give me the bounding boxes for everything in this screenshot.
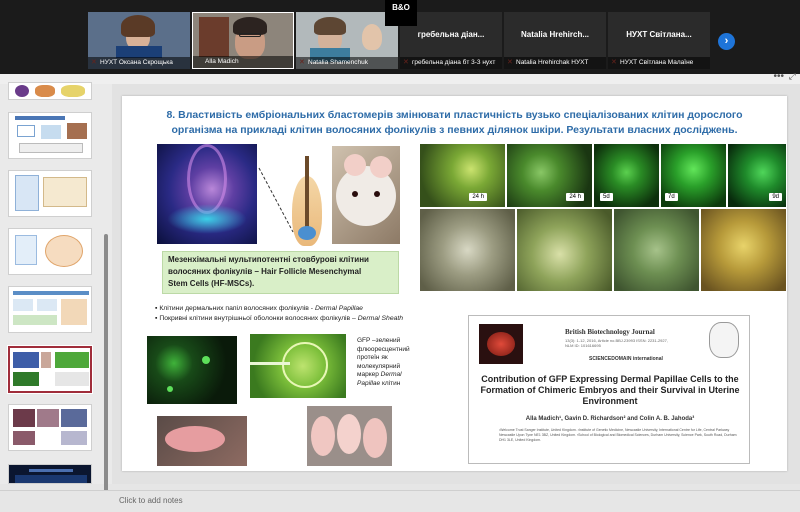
gfp-fluorescence-image (147, 336, 237, 404)
participant-tile-1[interactable]: ✕ НУХТ Оксана Скрощька (88, 12, 190, 69)
micrograph-culture-a (420, 209, 515, 291)
participant-name: Alla Madich (193, 56, 293, 68)
micrograph-5d: 5d (594, 144, 659, 207)
participant-caption: Natalia Hrehirchak НУХТ (504, 57, 606, 69)
hf-box-line: Мезенхімальні мультипотентні стовбурові … (168, 255, 369, 264)
chevron-right-icon[interactable]: › (718, 33, 735, 50)
time-label: 9d (769, 193, 782, 201)
slide-title: 8. Властивість ембріональних бластомерів… (122, 108, 787, 138)
micrograph-9d: 9d (728, 144, 786, 207)
micrograph-7d: 7d (661, 144, 726, 207)
time-label: 7d (665, 193, 678, 201)
slide-thumbnails (0, 82, 112, 492)
bullet-list: ▪ Клітини дермальних папіл волосяних фол… (155, 304, 417, 324)
slide-thumbnail-selected[interactable] (7, 345, 93, 394)
journal-meta: 13(3): 1-12, 2016, Article no.BBJ.23993 … (565, 338, 668, 348)
slide-thumbnail[interactable] (8, 82, 92, 100)
resize-icon[interactable]: ⤢ (789, 71, 796, 82)
micrograph-24h-b: 24 h (507, 144, 592, 207)
hair-follicle-diagram (282, 156, 332, 246)
micrograph-culture-b (517, 209, 612, 291)
gfp-suffix: клітин (381, 379, 401, 387)
notes-area[interactable]: Click to add notes (0, 490, 800, 512)
slide-thumbnail[interactable] (8, 112, 92, 159)
participant-tile-5[interactable]: Natalia Hrehirch... ✕ Natalia Hrehirchak… (504, 12, 606, 69)
slide-thumbnail[interactable] (8, 464, 92, 484)
embryo-injection-image (250, 334, 346, 398)
bullet-text: Клітини дермальних папіл волосяних фолік… (159, 305, 315, 312)
slide: 8. Властивість ембріональних бластомерів… (122, 96, 787, 471)
publisher-logo (709, 322, 739, 358)
embryos-photo (307, 406, 392, 466)
bullet-item: ▪ Покривні клітини внутрішньої оболонки … (155, 315, 404, 322)
participant-display-name: Natalia Hrehirch... (520, 30, 590, 39)
bullet-item: ▪ Клітини дермальних папіл волосяних фол… (155, 305, 363, 312)
app-window: ✕ НУХТ Оксана Скрощька Alla Madich ✕ Nat… (0, 0, 800, 512)
participant-name: Natalia Shamenchuk (296, 57, 398, 69)
participant-strip: ✕ НУХТ Оксана Скрощька Alla Madich ✕ Nat… (0, 0, 800, 74)
journal-paper: British Biotechnology Journal 13(3): 1-1… (468, 315, 750, 464)
participant-caption: НУХТ Світлана Малаїне (608, 57, 710, 69)
slide-title-line: організма на прикладі клітин волосяних ф… (171, 124, 738, 136)
gfp-caption: GFP –зелений флюоресцентний протеїн як м… (357, 337, 417, 388)
thumbnail-scrollbar[interactable] (104, 234, 108, 492)
toolbar: ••• ⤢ (0, 71, 800, 84)
slide-thumbnail[interactable] (8, 404, 92, 451)
slide-thumbnail[interactable] (8, 170, 92, 217)
shared-screen: ••• ⤢ 8. Властивість ембріональних бласт… (0, 71, 800, 512)
slide-title-line: 8. Властивість ембріональних бластомерів… (166, 109, 743, 121)
hf-msc-box: Мезенхімальні мультипотентні стовбурові … (162, 251, 399, 294)
notes-placeholder: Click to add notes (119, 496, 183, 505)
participant-tile-6[interactable]: НУХТ Світлана... ✕ НУХТ Світлана Малаїне (608, 12, 710, 69)
bullet-italic: Dermal Sheath (357, 315, 404, 322)
paper-affiliations: ¹Welcome Trust Sanger Institute, United … (499, 428, 737, 442)
micrograph-24h-a: 24 h (420, 144, 505, 207)
journal-cover (479, 324, 523, 364)
participant-tile-3[interactable]: ✕ Natalia Shamenchuk (296, 12, 398, 69)
participant-caption: гребельна діана бт 3-3 нухт (400, 57, 502, 69)
participant-display-name: гребельна діан... (417, 30, 485, 39)
participant-tile-2[interactable]: Alla Madich (192, 12, 294, 69)
hf-box-line: Stem Cells (HF-MSCs). (168, 279, 255, 288)
time-label: 5d (600, 193, 613, 201)
slide-thumbnail[interactable] (8, 228, 92, 275)
paper-authors: Alla Madich¹, Gavin D. Richardson² and C… (525, 416, 695, 422)
participant-name: НУХТ Оксана Скрощька (88, 57, 190, 69)
participant-display-name: НУХТ Світлана... (626, 30, 692, 39)
micrograph-culture-d (701, 209, 786, 291)
slide-canvas: 8. Властивість ембріональних бластомерів… (112, 84, 800, 484)
hf-box-line: волосяних фолікулів – Hair Follicle Mese… (168, 267, 362, 276)
micrograph-culture-c (614, 209, 699, 291)
more-options-icon[interactable]: ••• (773, 71, 784, 82)
time-label: 24 h (469, 193, 487, 201)
tissue-photo (157, 416, 247, 466)
journal-name: British Biotechnology Journal (565, 328, 655, 336)
hair-follicle-micrograph (157, 144, 257, 244)
bullet-text: Покривні клітини внутрішньої оболонки во… (159, 315, 358, 322)
paper-title: Contribution of GFP Expressing Dermal Pa… (480, 374, 740, 406)
mouse-photo (332, 146, 400, 244)
time-label: 24 h (566, 193, 584, 201)
slide-thumbnail[interactable] (8, 286, 92, 333)
brand-logo: B&O (385, 0, 417, 26)
publisher-name: SCIENCEDOMAIN international (589, 356, 663, 362)
bullet-italic: Dermal Papillae (314, 305, 363, 312)
